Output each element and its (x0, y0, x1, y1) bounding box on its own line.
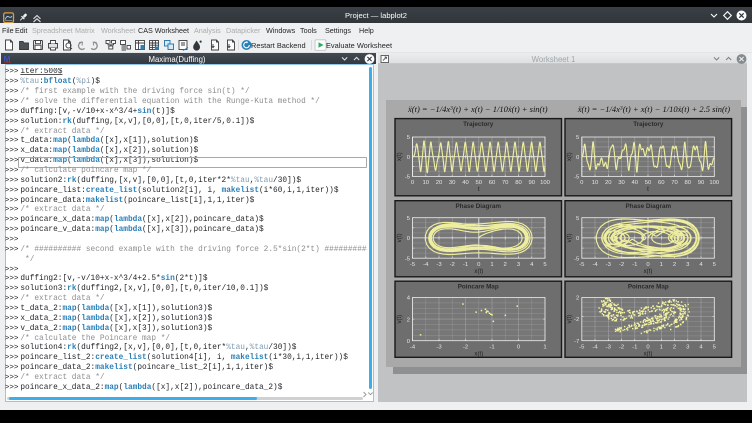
svg-text:Trajectory: Trajectory (633, 120, 664, 127)
svg-text:-5: -5 (579, 344, 585, 350)
svg-text:-1: -1 (463, 261, 468, 267)
svg-text:ẍ(t) = −1/4x3(t) + x(t) − 1/1: ẍ(t) = −1/4x3(t) + x(t) − 1/10ẋ(t) + 2… (577, 103, 730, 113)
svg-text:-3: -3 (436, 261, 442, 267)
svg-text:x(t): x(t) (644, 350, 653, 357)
svg-text:80: 80 (515, 180, 522, 186)
svg-text:20: 20 (605, 180, 612, 186)
svg-text:1: 1 (660, 261, 663, 267)
svg-text:x(t): x(t) (566, 152, 573, 161)
svg-text:20: 20 (436, 180, 443, 186)
svg-text:x(t): x(t) (396, 152, 403, 161)
svg-text:30: 30 (618, 180, 625, 186)
svg-text:-2: -2 (450, 261, 455, 267)
svg-text:Poincare Map: Poincare Map (628, 283, 669, 290)
svg-text:-2: -2 (463, 344, 468, 350)
svg-text:-4: -4 (423, 261, 429, 267)
svg-text:1: 1 (490, 261, 493, 267)
svg-text:v(t): v(t) (566, 233, 573, 242)
svg-text:70: 70 (502, 180, 509, 186)
svg-text:-7: -7 (574, 338, 579, 344)
svg-text:100: 100 (709, 180, 720, 186)
svg-text:40: 40 (632, 180, 639, 186)
svg-text:2: 2 (576, 295, 579, 301)
svg-text:90: 90 (698, 180, 705, 186)
svg-text:-5: -5 (405, 256, 411, 262)
svg-text:-5: -5 (410, 261, 416, 267)
svg-text:10: 10 (592, 180, 599, 186)
svg-text:v(t): v(t) (396, 233, 403, 242)
svg-text:60: 60 (489, 180, 496, 186)
svg-text:x(t): x(t) (474, 350, 483, 357)
svg-text:-4: -4 (592, 261, 598, 267)
svg-text:Trajectory: Trajectory (463, 120, 494, 127)
svg-text:-1: -1 (489, 344, 494, 350)
svg-text:1: 1 (543, 344, 546, 350)
svg-text:Phase Diagram: Phase Diagram (626, 202, 672, 209)
svg-text:-5: -5 (405, 174, 411, 180)
svg-text:-5: -5 (574, 256, 580, 262)
svg-text:-3: -3 (606, 344, 612, 350)
svg-text:-5: -5 (579, 261, 585, 267)
svg-text:-4: -4 (410, 344, 416, 350)
svg-text:80: 80 (685, 180, 692, 186)
svg-text:Poincare Map: Poincare Map (458, 283, 499, 290)
svg-text:-1: -1 (632, 261, 637, 267)
svg-text:2: 2 (407, 317, 410, 323)
svg-text:t: t (647, 186, 649, 193)
svg-text:2: 2 (504, 261, 507, 267)
svg-text:-2: -2 (574, 317, 579, 323)
svg-text:10: 10 (423, 180, 430, 186)
svg-text:100: 100 (540, 180, 551, 186)
svg-text:-4: -4 (592, 344, 598, 350)
svg-text:v(t): v(t) (566, 314, 573, 323)
svg-text:t: t (478, 186, 480, 193)
svg-text:Phase Diagram: Phase Diagram (455, 202, 501, 209)
svg-text:30: 30 (449, 180, 456, 186)
svg-text:-5: -5 (574, 174, 580, 180)
svg-text:60: 60 (658, 180, 665, 186)
svg-text:90: 90 (529, 180, 536, 186)
svg-text:v(t): v(t) (396, 314, 403, 323)
svg-text:x(t): x(t) (474, 267, 483, 274)
svg-text:1: 1 (660, 344, 663, 350)
svg-text:70: 70 (671, 180, 678, 186)
svg-text:-2: -2 (619, 344, 624, 350)
svg-text:-3: -3 (436, 344, 442, 350)
svg-text:-1: -1 (632, 344, 637, 350)
svg-text:40: 40 (462, 180, 469, 186)
svg-text:2: 2 (673, 344, 676, 350)
svg-text:2: 2 (673, 261, 676, 267)
svg-text:x(t): x(t) (644, 267, 653, 274)
svg-text:ẍ(t) = −1/4x3(t) + x(t) − 1/1: ẍ(t) = −1/4x3(t) + x(t) − 1/10ẋ(t) + s… (407, 103, 548, 113)
svg-text:-2: -2 (619, 261, 624, 267)
svg-text:-3: -3 (606, 261, 612, 267)
